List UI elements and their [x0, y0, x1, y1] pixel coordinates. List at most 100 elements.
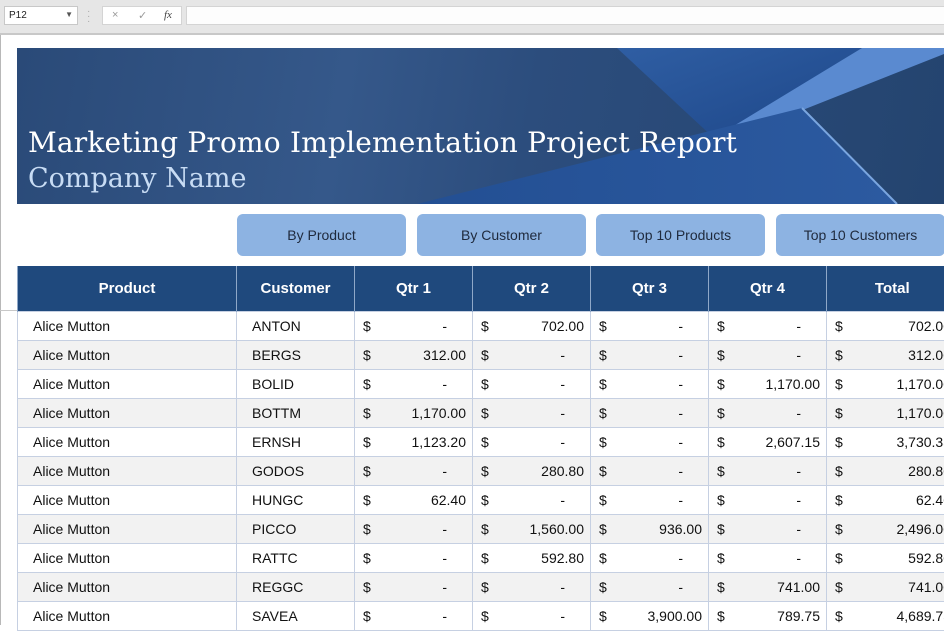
q2-cell[interactable]: $702.00	[473, 312, 591, 341]
q1-cell[interactable]: $-	[355, 515, 473, 544]
q2-cell[interactable]: $1,560.00	[473, 515, 591, 544]
q3-cell[interactable]: $-	[591, 486, 709, 515]
q4-cell[interactable]: $-	[709, 341, 827, 370]
enter-icon[interactable]: ✓	[138, 9, 147, 22]
q4-cell[interactable]: $-	[709, 515, 827, 544]
amount-value: -	[796, 521, 801, 537]
q1-cell[interactable]: $-	[355, 312, 473, 341]
product-cell[interactable]: Alice Mutton	[18, 515, 237, 544]
q3-cell[interactable]: $-	[591, 573, 709, 602]
q1-cell[interactable]: $62.40	[355, 486, 473, 515]
product-cell[interactable]: Alice Mutton	[18, 486, 237, 515]
q4-cell[interactable]: $2,607.15	[709, 428, 827, 457]
by-customer-button[interactable]: By Customer	[417, 214, 586, 256]
column-header-qtr2[interactable]: Qtr 2	[473, 266, 591, 312]
total-cell[interactable]: $2,496.00	[827, 515, 944, 544]
column-header-total[interactable]: Total	[827, 266, 944, 312]
product-cell[interactable]: Alice Mutton	[18, 573, 237, 602]
q1-cell[interactable]: $-	[355, 544, 473, 573]
q3-cell[interactable]: $3,900.00	[591, 602, 709, 631]
q3-cell[interactable]: $-	[591, 428, 709, 457]
q2-cell[interactable]: $-	[473, 341, 591, 370]
q1-cell[interactable]: $1,170.00	[355, 399, 473, 428]
q3-cell[interactable]: $-	[591, 399, 709, 428]
customer-cell[interactable]: HUNGC	[237, 486, 355, 515]
customer-cell[interactable]: RATTC	[237, 544, 355, 573]
q2-cell[interactable]: $-	[473, 399, 591, 428]
formula-bar: P12 ▼ ··· × ✓ fx	[0, 0, 944, 34]
product-cell[interactable]: Alice Mutton	[18, 602, 237, 631]
q4-cell[interactable]: $741.00	[709, 573, 827, 602]
total-cell[interactable]: $741.00	[827, 573, 944, 602]
q3-cell[interactable]: $936.00	[591, 515, 709, 544]
total-cell[interactable]: $592.80	[827, 544, 944, 573]
top-10-customers-button[interactable]: Top 10 Customers	[776, 214, 944, 256]
q2-cell[interactable]: $-	[473, 602, 591, 631]
customer-cell[interactable]: ERNSH	[237, 428, 355, 457]
q3-cell[interactable]: $-	[591, 457, 709, 486]
q2-cell[interactable]: $-	[473, 370, 591, 399]
q2-cell[interactable]: $-	[473, 486, 591, 515]
product-cell[interactable]: Alice Mutton	[18, 544, 237, 573]
top-10-products-button[interactable]: Top 10 Products	[596, 214, 765, 256]
q4-cell[interactable]: $1,170.00	[709, 370, 827, 399]
q4-cell[interactable]: $-	[709, 312, 827, 341]
total-cell[interactable]: $312.00	[827, 341, 944, 370]
q4-cell[interactable]: $-	[709, 457, 827, 486]
q1-cell[interactable]: $-	[355, 370, 473, 399]
table-row: Alice MuttonBERGS$312.00$-$-$-$312.00	[18, 341, 944, 370]
q4-cell[interactable]: $-	[709, 399, 827, 428]
name-box[interactable]: P12 ▼	[4, 6, 78, 25]
product-cell[interactable]: Alice Mutton	[18, 341, 237, 370]
customer-cell[interactable]: BERGS	[237, 341, 355, 370]
q1-cell[interactable]: $-	[355, 602, 473, 631]
q4-cell[interactable]: $-	[709, 486, 827, 515]
total-cell[interactable]: $280.80	[827, 457, 944, 486]
drag-handle-icon[interactable]: ···	[87, 9, 90, 24]
insert-function-icon[interactable]: fx	[164, 9, 172, 21]
q3-cell[interactable]: $-	[591, 544, 709, 573]
by-product-button[interactable]: By Product	[237, 214, 406, 256]
q3-cell[interactable]: $-	[591, 341, 709, 370]
q3-cell[interactable]: $-	[591, 312, 709, 341]
total-cell[interactable]: $4,689.75	[827, 602, 944, 631]
q2-cell[interactable]: $592.80	[473, 544, 591, 573]
product-cell[interactable]: Alice Mutton	[18, 399, 237, 428]
product-cell[interactable]: Alice Mutton	[18, 457, 237, 486]
total-cell[interactable]: $702.00	[827, 312, 944, 341]
q1-cell[interactable]: $312.00	[355, 341, 473, 370]
q4-cell[interactable]: $789.75	[709, 602, 827, 631]
chevron-down-icon[interactable]: ▼	[65, 10, 73, 19]
q1-cell[interactable]: $-	[355, 457, 473, 486]
q2-cell[interactable]: $280.80	[473, 457, 591, 486]
customer-cell[interactable]: BOLID	[237, 370, 355, 399]
column-header-qtr4[interactable]: Qtr 4	[709, 266, 827, 312]
column-header-customer[interactable]: Customer	[237, 266, 355, 312]
q4-cell[interactable]: $-	[709, 544, 827, 573]
amount-value: 702.00	[908, 318, 944, 334]
q3-cell[interactable]: $-	[591, 370, 709, 399]
product-cell[interactable]: Alice Mutton	[18, 370, 237, 399]
customer-cell[interactable]: BOTTM	[237, 399, 355, 428]
column-header-product[interactable]: Product	[18, 266, 237, 312]
customer-cell[interactable]: ANTON	[237, 312, 355, 341]
column-header-qtr3[interactable]: Qtr 3	[591, 266, 709, 312]
total-cell[interactable]: $1,170.00	[827, 399, 944, 428]
product-cell[interactable]: Alice Mutton	[18, 428, 237, 457]
q2-cell[interactable]: $-	[473, 428, 591, 457]
cancel-icon[interactable]: ×	[112, 9, 118, 21]
q1-cell[interactable]: $-	[355, 573, 473, 602]
column-header-qtr1[interactable]: Qtr 1	[355, 266, 473, 312]
customer-cell[interactable]: PICCO	[237, 515, 355, 544]
formula-input[interactable]	[186, 6, 944, 25]
q2-cell[interactable]: $-	[473, 573, 591, 602]
row-gridline	[0, 310, 17, 311]
customer-cell[interactable]: GODOS	[237, 457, 355, 486]
total-cell[interactable]: $62.40	[827, 486, 944, 515]
total-cell[interactable]: $1,170.00	[827, 370, 944, 399]
customer-cell[interactable]: REGGC	[237, 573, 355, 602]
total-cell[interactable]: $3,730.35	[827, 428, 944, 457]
product-cell[interactable]: Alice Mutton	[18, 312, 237, 341]
q1-cell[interactable]: $1,123.20	[355, 428, 473, 457]
customer-cell[interactable]: SAVEA	[237, 602, 355, 631]
